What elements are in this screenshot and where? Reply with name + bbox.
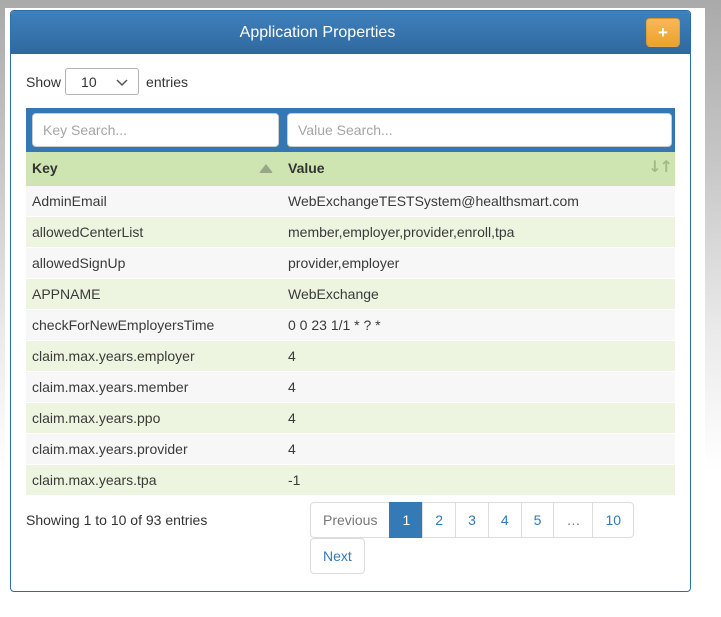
key-cell: claim.max.years.ppo	[26, 402, 282, 433]
table-row[interactable]: APPNAME WebExchange	[26, 278, 675, 309]
pagination-button-1[interactable]: 1	[389, 502, 423, 538]
pagination: Previous12345…10 Next	[310, 502, 640, 574]
search-row	[26, 108, 675, 152]
table-row[interactable]: claim.max.years.member 4	[26, 371, 675, 402]
table-header-row: Key Value ↓↑	[26, 152, 675, 185]
key-cell: AdminEmail	[26, 185, 282, 216]
value-cell: provider,employer	[282, 247, 675, 278]
key-cell: allowedSignUp	[26, 247, 282, 278]
pagination-button-next[interactable]: Next	[310, 538, 365, 574]
table-info: Showing 1 to 10 of 93 entries	[26, 512, 207, 528]
table-footer: Showing 1 to 10 of 93 entries Previous12…	[26, 496, 675, 580]
key-cell: claim.max.years.member	[26, 371, 282, 402]
value-cell: WebExchangeTESTSystem@healthsmart.com	[282, 185, 675, 216]
table-row[interactable]: checkForNewEmployersTime 0 0 23 1/1 * ? …	[26, 309, 675, 340]
table-row[interactable]: allowedCenterList member,employer,provid…	[26, 216, 675, 247]
panel-header: Application Properties +	[11, 11, 690, 54]
sort-both-icon: ↓↑	[648, 157, 671, 176]
key-cell: claim.max.years.provider	[26, 433, 282, 464]
entries-label: entries	[146, 74, 188, 90]
key-cell: checkForNewEmployersTime	[26, 309, 282, 340]
panel-body: Show 10 entries Key	[11, 54, 690, 595]
plus-icon: +	[658, 23, 668, 43]
application-properties-panel: Application Properties + Show 10 entries	[10, 10, 691, 592]
column-header-key[interactable]: Key	[26, 152, 282, 185]
table-row[interactable]: claim.max.years.ppo 4	[26, 402, 675, 433]
column-header-value[interactable]: Value ↓↑	[282, 152, 675, 185]
table-row[interactable]: claim.max.years.employer 4	[26, 340, 675, 371]
table-row[interactable]: AdminEmail WebExchangeTESTSystem@healths…	[26, 185, 675, 216]
table-body: AdminEmail WebExchangeTESTSystem@healths…	[26, 185, 675, 495]
value-cell: WebExchange	[282, 278, 675, 309]
properties-table: Key Value ↓↑ AdminEmail WebExchangeTESTS…	[26, 152, 675, 496]
pagination-button-2[interactable]: 2	[422, 502, 456, 538]
key-cell: allowedCenterList	[26, 216, 282, 247]
value-cell: 4	[282, 433, 675, 464]
value-cell: -1	[282, 464, 675, 495]
value-cell: 4	[282, 340, 675, 371]
entries-length-control: Show 10 entries	[26, 68, 675, 95]
key-search-input[interactable]	[32, 113, 279, 147]
pagination-button-4[interactable]: 4	[488, 502, 522, 538]
pagination-ellipsis: …	[553, 502, 593, 538]
show-label: Show	[26, 74, 61, 90]
table-row[interactable]: claim.max.years.provider 4	[26, 433, 675, 464]
panel-title: Application Properties	[240, 24, 396, 42]
entries-per-page-select[interactable]: 10	[65, 68, 139, 95]
pagination-button-5[interactable]: 5	[521, 502, 555, 538]
sort-ascending-icon	[259, 164, 273, 173]
table-row[interactable]: allowedSignUp provider,employer	[26, 247, 675, 278]
key-cell: APPNAME	[26, 278, 282, 309]
pagination-button-3[interactable]: 3	[455, 502, 489, 538]
key-column-label: Key	[32, 160, 58, 176]
entries-select-value: 10	[81, 74, 97, 90]
content-area: Application Properties + Show 10 entries	[5, 8, 705, 617]
value-cell: 0 0 23 1/1 * ? *	[282, 309, 675, 340]
pagination-button-10[interactable]: 10	[592, 502, 634, 538]
value-cell: member,employer,provider,enroll,tpa	[282, 216, 675, 247]
value-search-input[interactable]	[287, 113, 672, 147]
key-cell: claim.max.years.tpa	[26, 464, 282, 495]
table-row[interactable]: claim.max.years.tpa -1	[26, 464, 675, 495]
pagination-button-previous[interactable]: Previous	[310, 502, 390, 538]
add-property-button[interactable]: +	[646, 18, 680, 47]
chevron-down-icon	[116, 79, 128, 87]
value-cell: 4	[282, 402, 675, 433]
value-cell: 4	[282, 371, 675, 402]
value-column-label: Value	[288, 160, 325, 176]
key-cell: claim.max.years.employer	[26, 340, 282, 371]
